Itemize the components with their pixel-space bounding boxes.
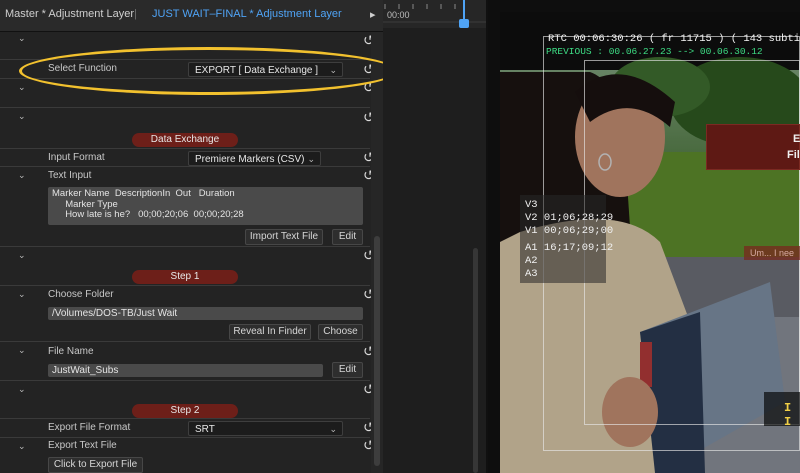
chevron-down-icon: ⌄: [307, 154, 315, 164]
control-row: ⌄ ↺: [0, 107, 375, 126]
import-text-file-button[interactable]: Import Text File: [245, 229, 323, 245]
file-name-label: File Name: [48, 346, 94, 357]
choose-folder-row: ⌄ Choose Folder ↺: [0, 285, 375, 304]
subtitle-fragment: Um... I nee: [744, 246, 800, 260]
track-v2: V2 01;06;28;29: [525, 212, 614, 224]
previous-subtitle-timecode: PREVIOUS : 00.06.27.23 --> 00.06.30.12: [546, 46, 763, 57]
rtc-timecode: RTC 00:06:30:26 ( fr 11715 ) ( 143 subti…: [548, 33, 800, 45]
export-text-file-row: ⌄ Export Text File ↺: [0, 437, 375, 456]
chevron-down-icon[interactable]: ⌄: [18, 111, 26, 122]
chevron-down-icon[interactable]: ⌄: [18, 33, 26, 44]
text-input-area[interactable]: Marker Name DescriptionIn Out Duration M…: [48, 187, 363, 225]
export-format-row: Export File Format SRT ⌄ ↺: [0, 418, 375, 437]
subtitle-bottom-text: I I: [784, 401, 792, 429]
timeline-scrollbar[interactable]: [473, 248, 478, 473]
tab-separator: |: [134, 8, 137, 20]
red-box-line-1: E: [793, 133, 800, 145]
export-text-file-label: Export Text File: [48, 440, 117, 451]
tab-master-clip[interactable]: Master * Adjustment Layer: [5, 8, 134, 20]
track-readout-panel: V3 V2 01;06;28;29 V1 00;06;29;00 A1 16;1…: [520, 195, 613, 283]
panel-tab-bar: Master * Adjustment Layer | JUST WAIT–FI…: [0, 0, 383, 32]
control-row: ⌄ ↺: [0, 30, 375, 49]
track-a3: A3: [525, 268, 538, 280]
tab-active-clip[interactable]: JUST WAIT–FINAL * Adjustment Layer: [152, 8, 342, 20]
ruler-ticks: [383, 4, 486, 23]
panel-menu-icon[interactable]: ▸: [370, 8, 376, 21]
chevron-down-icon[interactable]: ⌄: [18, 170, 26, 181]
subtitle-bottom-box: I I: [764, 392, 800, 429]
timeline-track-area: [383, 28, 486, 473]
input-format-value: Premiere Markers (CSV): [195, 154, 305, 165]
text-input-row: ⌄ Text Input ↺: [0, 166, 375, 185]
control-row: ⌄ ↺: [0, 380, 375, 399]
folder-path-field[interactable]: /Volumes/DOS-TB/Just Wait: [48, 307, 363, 320]
step-1-header: Step 1: [132, 270, 238, 284]
export-format-value: SRT: [195, 424, 215, 435]
export-format-dropdown[interactable]: SRT ⌄: [188, 421, 343, 436]
track-v1: V1 00;06;29;00: [525, 225, 614, 237]
chevron-down-icon: ⌄: [329, 424, 337, 434]
highlight-ellipse: [19, 47, 398, 95]
step-2-header: Step 2: [132, 404, 238, 418]
red-box-line-2: File: [787, 149, 800, 161]
edit-text-button[interactable]: Edit: [332, 229, 363, 245]
choose-folder-label: Choose Folder: [48, 289, 114, 300]
scrollbar-thumb[interactable]: [374, 236, 380, 466]
file-name-field[interactable]: JustWait_Subs: [48, 364, 323, 377]
chevron-down-icon[interactable]: ⌄: [18, 289, 26, 300]
data-exchange-header: Data Exchange: [132, 133, 238, 147]
subtitle-red-box: E File: [706, 124, 800, 170]
text-input-label: Text Input: [48, 170, 92, 181]
input-format-row: Input Format Premiere Markers (CSV) ⌄ ↺: [0, 148, 375, 167]
reveal-in-finder-button[interactable]: Reveal In Finder: [229, 324, 311, 340]
chevron-down-icon[interactable]: ⌄: [18, 345, 26, 356]
playhead-handle[interactable]: [459, 19, 469, 28]
chevron-down-icon[interactable]: ⌄: [18, 82, 26, 93]
file-name-row: ⌄ File Name ↺: [0, 341, 375, 360]
track-v3: V3: [525, 199, 538, 211]
chevron-down-icon[interactable]: ⌄: [18, 441, 26, 452]
timeline-ruler[interactable]: 00:00: [383, 0, 486, 28]
export-format-label: Export File Format: [48, 422, 131, 433]
chevron-down-icon[interactable]: ⌄: [18, 250, 26, 261]
click-to-export-button[interactable]: Click to Export File: [48, 457, 143, 473]
title-safe-guide: [584, 60, 800, 425]
chevron-down-icon[interactable]: ⌄: [18, 384, 26, 395]
input-format-label: Input Format: [48, 152, 105, 163]
edit-file-name-button[interactable]: Edit: [332, 362, 363, 378]
control-row: ⌄ ↺: [0, 246, 375, 265]
track-a1: A1 16;17;09;12: [525, 242, 614, 254]
input-format-dropdown[interactable]: Premiere Markers (CSV) ⌄: [188, 151, 321, 166]
track-a2: A2: [525, 255, 538, 267]
choose-folder-button[interactable]: Choose: [318, 324, 363, 340]
